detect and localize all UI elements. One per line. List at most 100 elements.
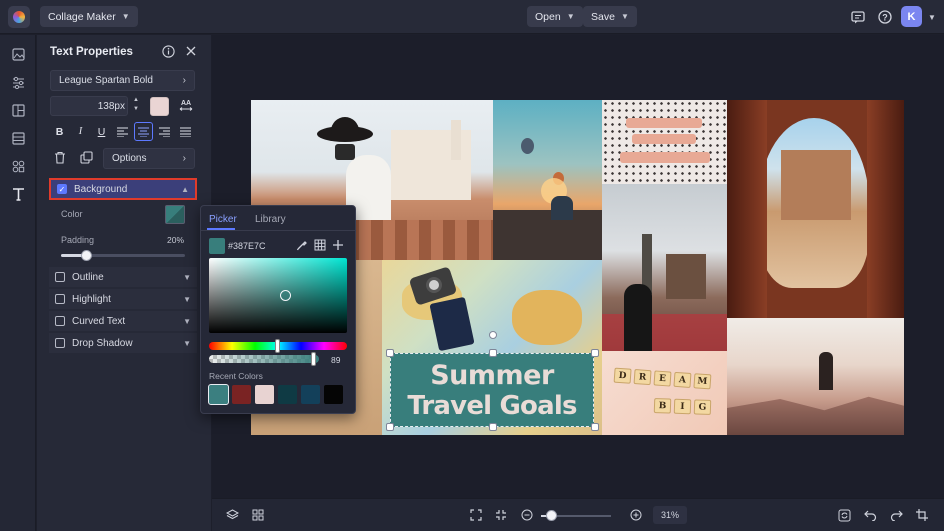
eyedropper-icon[interactable]	[296, 239, 310, 253]
tab-library[interactable]: Library	[255, 214, 286, 225]
photo-tile-cliff[interactable]	[727, 318, 904, 435]
resize-handle[interactable]	[386, 423, 394, 431]
photo-tile-letters[interactable]	[602, 100, 727, 184]
add-color-icon[interactable]	[332, 239, 346, 253]
photo-tile-prague[interactable]	[602, 184, 727, 351]
resize-handle[interactable]	[386, 349, 394, 357]
background-color-swatch[interactable]	[165, 205, 185, 224]
refresh-icon[interactable]	[834, 505, 854, 525]
underline-button[interactable]: U	[92, 122, 111, 141]
redo-icon[interactable]	[886, 505, 906, 525]
drop-shadow-section-toggle[interactable]: Drop Shadow ▼	[49, 333, 197, 353]
outline-checkbox[interactable]	[55, 272, 65, 282]
zoom-level[interactable]: 31%	[653, 506, 687, 524]
align-center-button[interactable]	[134, 122, 153, 141]
padding-slider-handle[interactable]	[80, 250, 92, 261]
open-button[interactable]: Open ▼	[527, 6, 583, 27]
font-size-input[interactable]: 138px	[50, 96, 128, 116]
justify-button[interactable]	[176, 122, 195, 141]
text-tool-icon[interactable]	[8, 184, 28, 204]
highlight-section-toggle[interactable]: Highlight ▼	[49, 289, 197, 309]
letter-tile: R	[633, 369, 652, 386]
resize-handle[interactable]	[591, 423, 599, 431]
letter-tile: B	[653, 398, 672, 414]
text-spacing-icon[interactable]: AA	[179, 98, 193, 114]
alpha-value[interactable]: 89	[331, 355, 340, 365]
align-left-button[interactable]	[113, 122, 132, 141]
bold-button[interactable]: B	[50, 122, 69, 141]
graphics-icon[interactable]	[8, 156, 28, 176]
letter-tile: M	[693, 373, 712, 390]
chevron-up-icon: ▲	[181, 184, 189, 194]
zoom-in-icon[interactable]	[626, 505, 646, 525]
big-tiles: B I G	[653, 398, 712, 415]
duplicate-icon[interactable]	[80, 151, 94, 165]
background-checkbox[interactable]: ✓	[57, 184, 67, 194]
undo-icon[interactable]	[860, 505, 880, 525]
background-texture-icon[interactable]	[8, 128, 28, 148]
recent-color-swatch[interactable]	[324, 385, 343, 404]
current-color-swatch	[209, 238, 225, 254]
photo-tile-dream-big[interactable]: D R E A M B I G	[602, 351, 727, 435]
italic-button[interactable]: I	[71, 122, 90, 141]
background-section-toggle[interactable]: ✓ Background ▲	[49, 178, 197, 200]
layers-icon[interactable]	[222, 505, 242, 525]
curved-text-section-toggle[interactable]: Curved Text ▼	[49, 311, 197, 331]
layout-icon[interactable]	[8, 100, 28, 120]
font-family-select[interactable]: League Spartan Bold ›	[50, 70, 195, 91]
padding-slider-track[interactable]	[61, 254, 185, 257]
comment-icon[interactable]	[848, 7, 868, 27]
fit-screen-icon[interactable]	[466, 505, 486, 525]
recent-color-swatch[interactable]	[208, 384, 229, 405]
hue-handle[interactable]	[275, 339, 280, 353]
help-icon[interactable]: ?	[875, 7, 895, 27]
text-color-swatch[interactable]	[150, 97, 169, 116]
alpha-slider[interactable]	[209, 355, 319, 363]
avatar[interactable]: K	[901, 6, 922, 27]
padding-value: 20%	[167, 235, 185, 245]
recent-color-swatch[interactable]	[301, 385, 320, 404]
hex-input[interactable]: #387E7C	[228, 241, 266, 251]
resize-handle[interactable]	[489, 423, 497, 431]
info-icon[interactable]	[162, 45, 176, 59]
font-family-label: League Spartan Bold	[59, 75, 153, 86]
photo-tile-balloons[interactable]	[493, 100, 602, 260]
trash-icon[interactable]	[54, 151, 68, 165]
align-right-button[interactable]	[155, 122, 174, 141]
svg-text:?: ?	[882, 13, 888, 23]
chevron-down-icon[interactable]: ▼	[928, 13, 936, 22]
resize-handle[interactable]	[591, 349, 599, 357]
saturation-area[interactable]	[209, 258, 347, 333]
outline-section-toggle[interactable]: Outline ▼	[49, 267, 197, 287]
recent-color-swatch[interactable]	[278, 385, 297, 404]
crop-icon[interactable]	[912, 505, 932, 525]
app-logo[interactable]	[8, 6, 30, 28]
tab-picker[interactable]: Picker	[209, 214, 237, 225]
project-menu-button[interactable]: Collage Maker ▼	[40, 6, 138, 27]
palette-grid-icon[interactable]	[314, 239, 328, 253]
zoom-out-icon[interactable]	[517, 505, 537, 525]
alpha-handle[interactable]	[311, 352, 316, 366]
text-element[interactable]: Summer Travel Goals	[390, 353, 594, 427]
rotate-handle[interactable]	[489, 331, 497, 339]
options-button[interactable]: Options ›	[103, 148, 195, 169]
adjustments-icon[interactable]	[8, 72, 28, 92]
panel-title: Text Properties	[50, 46, 133, 58]
save-button[interactable]: Save ▼	[583, 6, 637, 27]
grid-view-icon[interactable]	[248, 505, 268, 525]
font-size-stepper[interactable]: ▲ ▼	[132, 96, 140, 116]
photo-tile-petra[interactable]	[727, 100, 904, 318]
close-icon[interactable]	[185, 45, 199, 59]
image-icon[interactable]	[8, 44, 28, 64]
chevron-down-icon: ▼	[183, 294, 191, 304]
highlight-checkbox[interactable]	[55, 294, 65, 304]
recent-color-swatch[interactable]	[232, 385, 251, 404]
saturation-handle[interactable]	[280, 290, 291, 301]
curved-text-checkbox[interactable]	[55, 316, 65, 326]
recent-color-swatch[interactable]	[255, 385, 274, 404]
highlight-label: Highlight	[72, 293, 111, 305]
resize-handle[interactable]	[489, 349, 497, 357]
zoom-slider-handle[interactable]	[545, 510, 557, 521]
drop-shadow-checkbox[interactable]	[55, 338, 65, 348]
actual-size-icon[interactable]	[491, 505, 511, 525]
